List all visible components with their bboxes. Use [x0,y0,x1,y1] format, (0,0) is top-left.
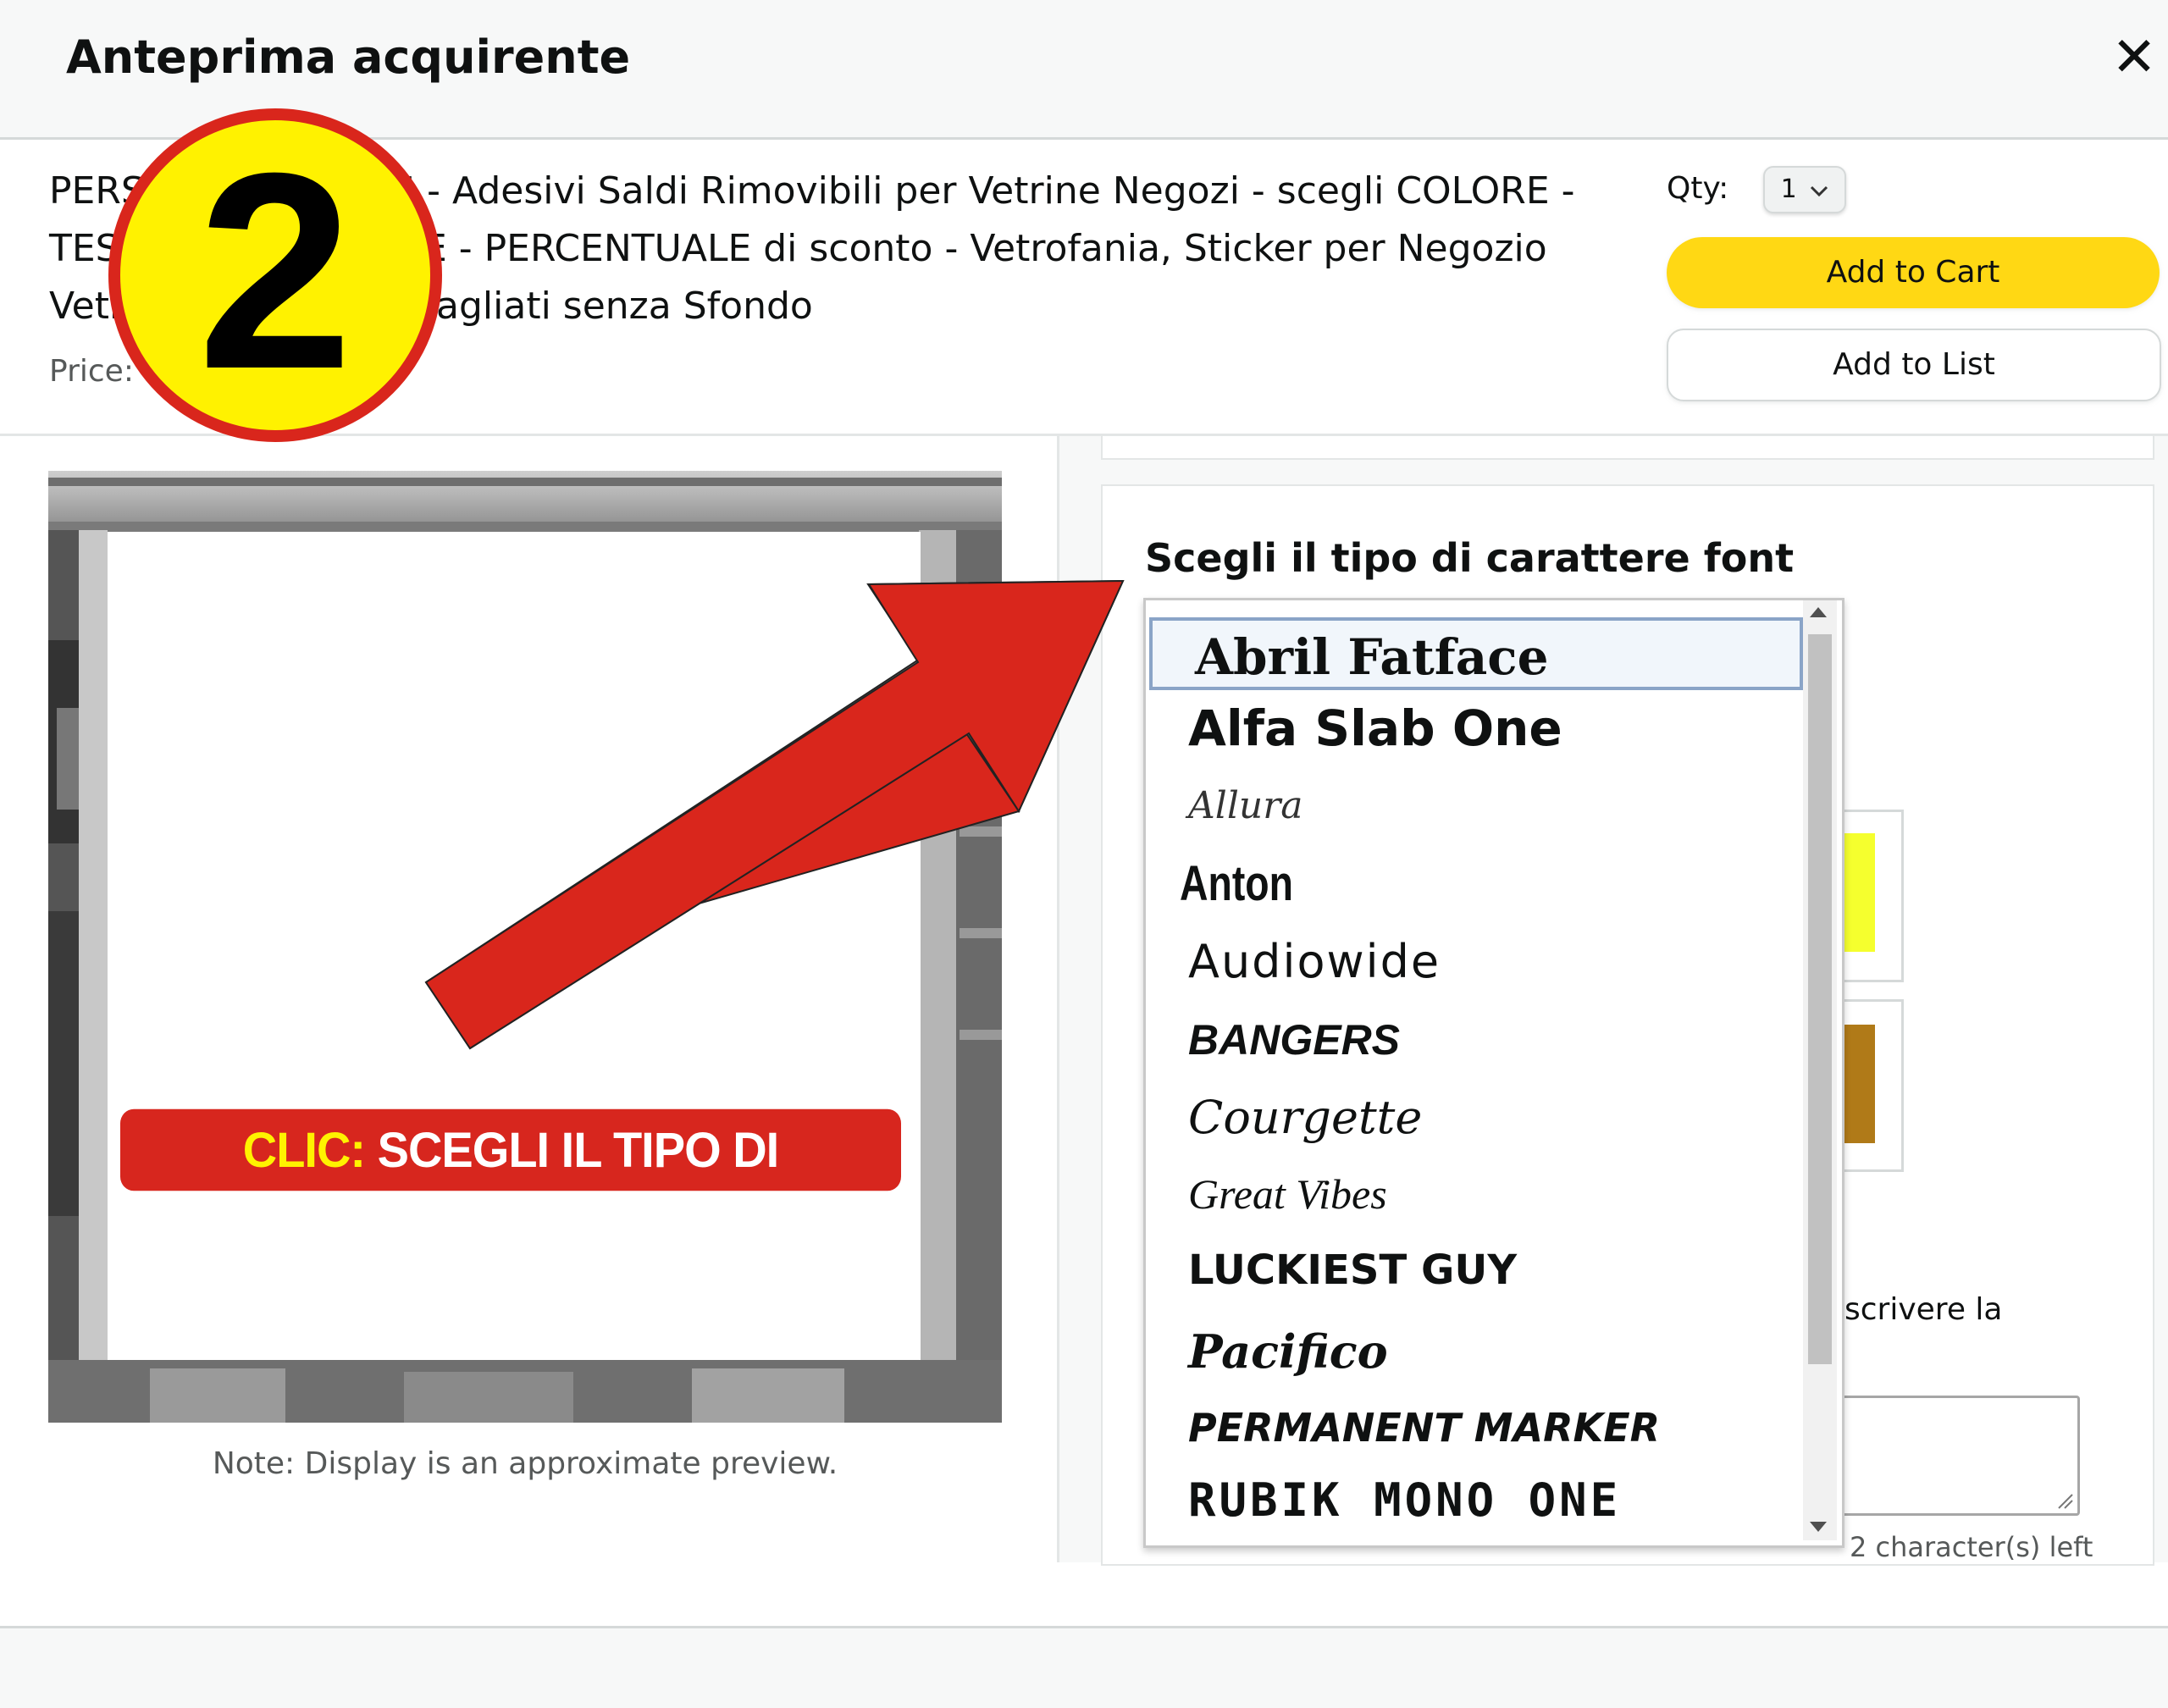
font-option-great-vibes[interactable]: Great Vibes [1146,1158,1803,1230]
font-option-anton[interactable]: Anton [1146,848,1672,920]
font-listbox[interactable]: Abril Fatface Alfa Slab One Allura Anton… [1143,598,1844,1548]
font-option-pacifico[interactable]: Pacifico [1146,1315,1803,1388]
font-option-courgette[interactable]: Courgette [1146,1081,1803,1154]
font-option-alfa-slab-one[interactable]: Alfa Slab One [1146,692,1803,765]
font-option-bangers[interactable]: BANGERS [1146,1003,1803,1076]
font-select-label: Scegli il tipo di carattere font [1145,535,1795,581]
custom-text-input[interactable] [1839,1396,2080,1516]
color-swatch-2-fill [1839,1025,1875,1143]
scrollbar-thumb[interactable] [1808,634,1832,1364]
color-swatch-1-fill [1839,833,1875,952]
chars-left-counter: 2 character(s) left [1850,1531,2093,1563]
modal-footer [0,1628,2168,1708]
scroll-up-icon[interactable] [1810,607,1827,617]
preview-note: Note: Display is an approximate preview. [212,1446,838,1481]
close-icon[interactable]: ✕ [2109,30,2160,85]
text-field-label: scrivere la [1844,1292,2003,1327]
step-number: 2 [197,114,353,427]
qty-select[interactable]: 1 [1763,166,1846,213]
add-to-list-button[interactable]: Add to List [1667,329,2161,401]
font-option-audiowide[interactable]: Audiowide [1146,926,1803,998]
font-option-abril-fatface[interactable]: Abril Fatface [1149,617,1803,690]
instruction-banner: CLIC: SCEGLI IL TIPO DI SCRITTURA [120,1108,901,1259]
font-option-rubik-mono-one[interactable]: RUBIK MONO ONE [1146,1464,1803,1537]
qty-value: 1 [1780,174,1797,204]
add-to-cart-button[interactable]: Add to Cart [1667,237,2160,308]
listbox-scrollbar[interactable] [1803,600,1837,1540]
price-label: Price: [49,354,134,389]
scroll-down-icon[interactable] [1810,1522,1827,1532]
resize-handle-icon[interactable] [2055,1491,2074,1510]
modal-title: Anteprima acquirente [66,30,631,84]
previous-option-card [1101,436,2154,460]
qty-label: Qty: [1667,171,1729,206]
font-option-allura[interactable]: Allura [1146,770,1803,843]
chevron-down-icon [1810,168,1828,212]
preview-image [48,471,1002,1423]
font-option-permanent-marker[interactable]: PERMANENT MARKER [1146,1391,1803,1464]
banner-prefix: CLIC: [242,1121,366,1178]
font-option-luckiest-guy[interactable]: LUCKIEST GUY [1146,1234,1803,1307]
